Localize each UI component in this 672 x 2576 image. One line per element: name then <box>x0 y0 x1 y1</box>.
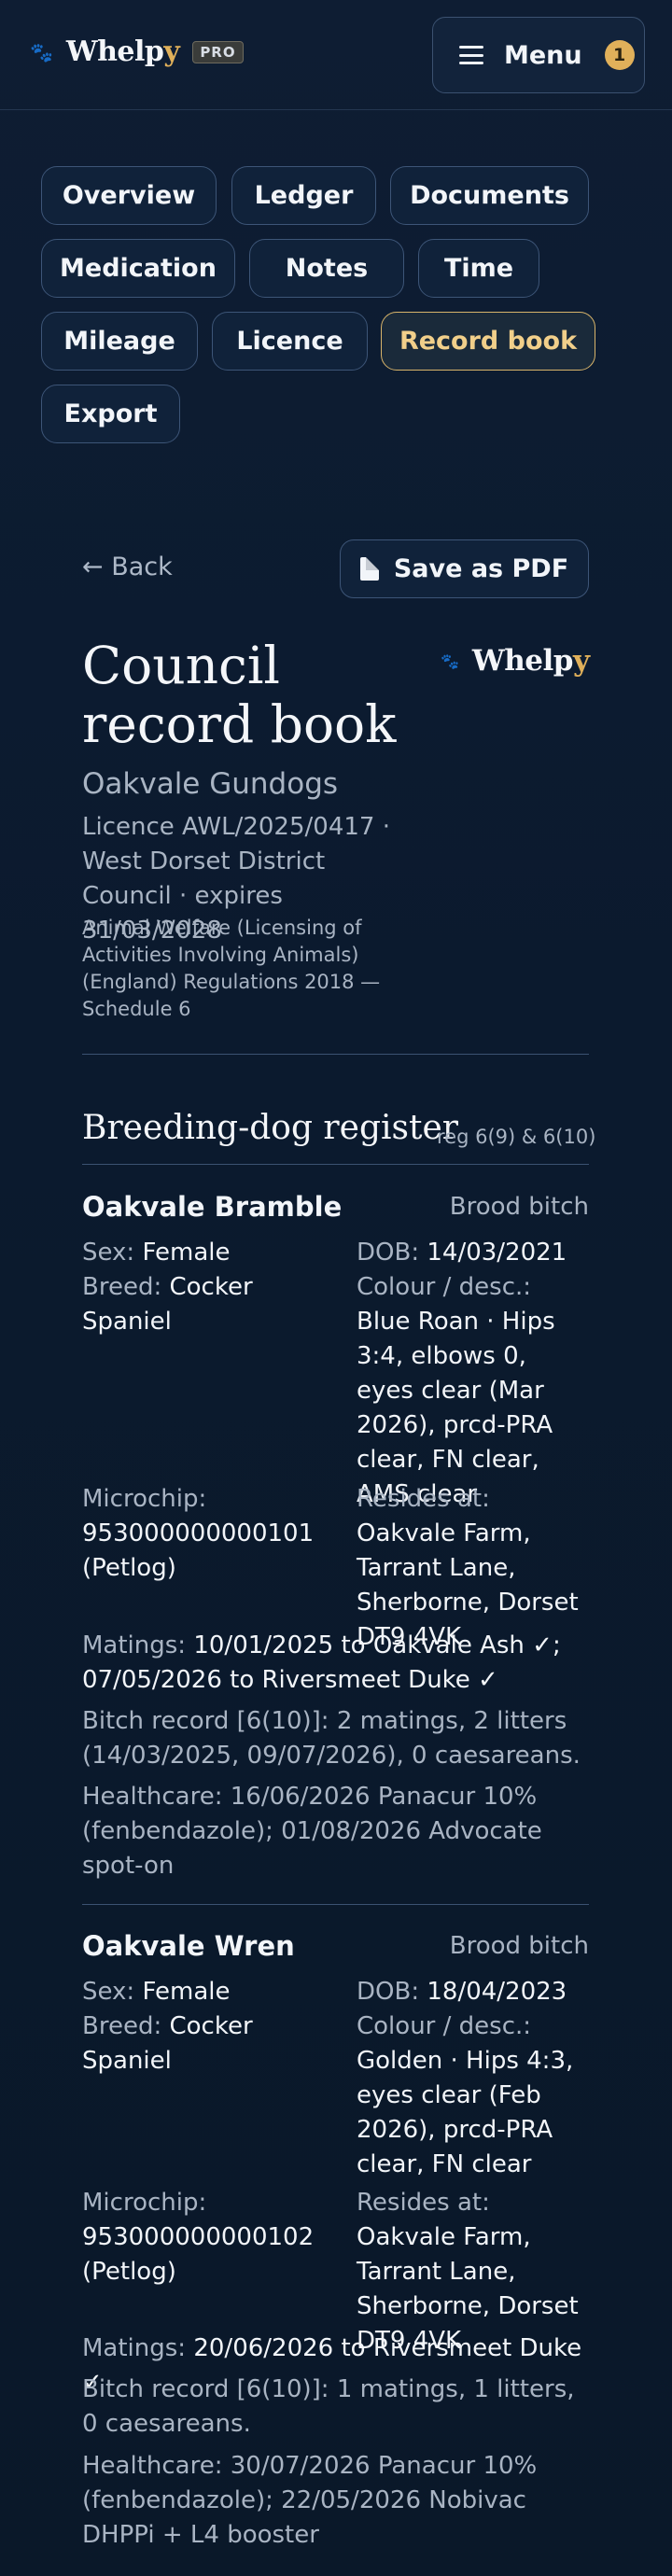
divider <box>82 1904 589 1905</box>
breed-field: Breed: Cocker Spaniel <box>82 1273 253 1336</box>
tab-export[interactable]: Export <box>41 385 180 443</box>
save-as-pdf-button[interactable]: Save as PDF <box>340 539 589 598</box>
dog-name: Oakvale Wren <box>82 1930 295 1962</box>
tab-overview[interactable]: Overview <box>41 166 217 225</box>
menu-label: Menu <box>504 40 582 70</box>
dog-record: Oakvale Bramble Brood bitch Sex: Female … <box>82 1191 589 1882</box>
brand-name: Whelpy <box>65 35 180 68</box>
paw-icon: 🐾 <box>441 651 459 670</box>
healthcare-record: Healthcare: 16/06/2026 Panacur 10% (fenb… <box>82 1783 542 1880</box>
tab-time[interactable]: Time <box>418 239 539 298</box>
back-link[interactable]: ← Back <box>82 553 173 581</box>
brand-name: Whelpy <box>471 644 590 678</box>
top-bar: 🐾 Whelpy PRO Menu 1 <box>0 0 672 110</box>
tab-ledger[interactable]: Ledger <box>231 166 376 225</box>
kennel-name: Oakvale Gundogs <box>82 767 339 801</box>
colour-field: Colour / desc.: Golden · Hips 4:3, eyes … <box>357 2012 574 2178</box>
sex-field: Sex: Female <box>82 1239 231 1267</box>
regulations-reference: Animal Welfare (Licensing of Activities … <box>82 917 381 1020</box>
dog-role: Brood bitch <box>449 1932 589 1960</box>
tab-medication[interactable]: Medication <box>41 239 235 298</box>
page-title: Council record book <box>82 636 397 754</box>
bitch-record: Bitch record [6(10)]: 1 matings, 1 litte… <box>82 2375 575 2438</box>
dob-field: DOB: 18/04/2023 <box>357 1978 567 2006</box>
breed-field: Breed: Cocker Spaniel <box>82 2012 253 2075</box>
dog-name: Oakvale Bramble <box>82 1191 343 1223</box>
paw-icon: 🐾 <box>30 40 53 63</box>
section-title: Breeding-dog register <box>82 1109 458 1147</box>
microchip-field: Microchip: 953000000000102 (Petlog) <box>82 2189 315 2286</box>
tab-documents[interactable]: Documents <box>390 166 589 225</box>
hamburger-icon <box>459 46 483 64</box>
menu-count-badge: 1 <box>604 40 635 70</box>
dog-role: Brood bitch <box>449 1193 589 1221</box>
tab-notes[interactable]: Notes <box>249 239 404 298</box>
section-reference: reg 6(9) & 6(10) <box>437 1126 596 1148</box>
matings-field: Matings: 10/01/2025 to Oakvale Ash ✓; 07… <box>82 1631 561 1694</box>
microchip-field: Microchip: 953000000000101 (Petlog) <box>82 1485 315 1582</box>
save-as-pdf-label: Save as PDF <box>393 554 569 583</box>
tab-mileage[interactable]: Mileage <box>41 312 198 371</box>
tab-record-book[interactable]: Record book <box>381 312 595 371</box>
divider <box>82 1164 589 1165</box>
app-logo[interactable]: 🐾 Whelpy PRO <box>30 35 244 68</box>
bitch-record: Bitch record [6(10)]: 2 matings, 2 litte… <box>82 1707 581 1770</box>
dog-record: Oakvale Wren Brood bitch Sex: Female DOB… <box>82 1930 589 2565</box>
healthcare-record: Healthcare: 30/07/2026 Panacur 10% (fenb… <box>82 2452 538 2549</box>
tab-licence[interactable]: Licence <box>212 312 368 371</box>
divider <box>82 1054 589 1055</box>
sex-field: Sex: Female <box>82 1978 231 2006</box>
dob-field: DOB: 14/03/2021 <box>357 1239 567 1267</box>
pro-badge: PRO <box>192 40 244 63</box>
document-logo: 🐾 Whelpy <box>441 644 590 678</box>
document-icon <box>359 557 379 581</box>
menu-button[interactable]: Menu 1 <box>432 17 645 93</box>
colour-field: Colour / desc.: Blue Roan · Hips 3:4, el… <box>357 1273 555 1508</box>
